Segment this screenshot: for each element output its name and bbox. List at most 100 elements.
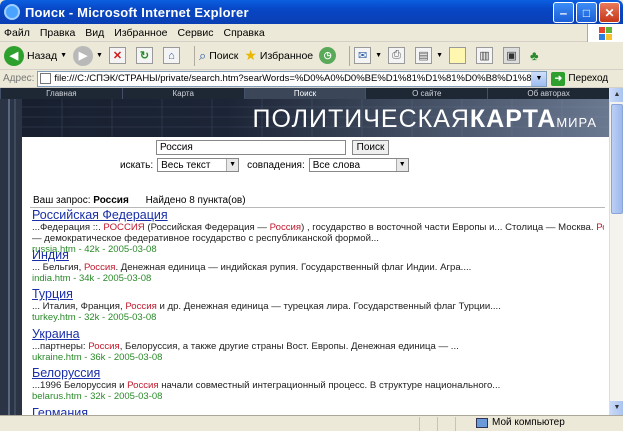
status-cell [420,416,438,431]
scroll-down-icon[interactable]: ▼ [610,401,623,415]
search-main: Поиск искать: Весь текст ▼ совпадения: В… [30,137,605,415]
favorites-button[interactable]: ★ Избранное [244,47,313,64]
chevron-down-icon: ▼ [395,159,408,171]
discuss-button[interactable] [449,47,470,64]
result-title-link[interactable]: Российская Федерация [32,209,604,222]
chevron-down-icon: ▼ [375,52,383,59]
logo-part-world: МИРА [556,115,597,130]
site-nav-about[interactable]: О сайте [365,88,487,99]
menu-file[interactable]: Файл [4,27,30,39]
address-bar: Адрес: file:///C:/СПЭК/СТРАНЫ/private/se… [0,70,623,88]
status-text-cell [0,416,420,431]
scroll-thumb[interactable] [611,104,623,214]
home-button[interactable]: ⌂ [162,47,184,64]
research-button[interactable]: ▥ [476,47,497,64]
logo-part-map: КАРТА [469,105,557,133]
address-input[interactable]: file:///C:/СПЭК/СТРАНЫ/private/search.ht… [37,70,548,87]
result-snippet: ...партнеры: Россия, Белоруссия, а также… [32,341,604,352]
result-meta: india.htm - 34k - 2005-03-08 [32,272,152,284]
result-title-link[interactable]: Украина [32,327,604,341]
snippet-text: начали совместный интеграционный процесс… [158,380,501,391]
results-list: Российская Федерация ...Федерация ::. РОС… [32,208,604,416]
match-value: Все слова [312,159,361,171]
edit-button[interactable]: ▤ ▼ [415,47,443,64]
go-button[interactable]: ➜ Переход [551,71,609,86]
query-label: Ваш запрос: [33,195,91,206]
chevron-down-icon[interactable]: ▼ [531,71,547,86]
toolbar: ◀ Назад ▼ ▶ ▼ ✕ ↻ ⌂ ⌕ Поиск ★ Избранное … [0,42,623,70]
address-url: file:///C:/СПЭК/СТРАНЫ/private/search.ht… [54,73,548,84]
snippet-text: ) , государство в восточной части Европы… [301,222,597,233]
folder-icon [449,47,467,64]
search-input[interactable] [156,140,346,155]
back-arrow-icon: ◀ [4,45,24,66]
search-options: искать: Весь текст ▼ совпадения: Все сло… [120,158,417,172]
result-snippet: — демократическое федеративное государст… [32,233,604,244]
home-icon: ⌂ [162,47,180,64]
menu-bar: Файл Правка Вид Избранное Сервис Справка [0,24,623,42]
book-icon: ▥ [476,47,494,64]
media-button[interactable]: ▣ [503,47,524,64]
maximize-button[interactable]: □ [576,2,597,23]
scroll-up-icon[interactable]: ▲ [610,88,623,102]
snippet-text: ...1996 Белоруссия и [32,380,128,391]
match-select[interactable]: Все слова ▼ [308,158,409,172]
close-button[interactable]: ✕ [599,2,620,23]
stop-button[interactable]: ✕ [108,47,130,64]
minimize-button[interactable]: ‒ [553,2,574,23]
highlighted-term: Россия [83,261,116,273]
search-label: Поиск [209,49,239,62]
result-meta: ukraine.htm - 36k - 2005-03-08 [32,351,163,363]
security-zone: Мой компьютер [476,417,565,428]
messenger-button[interactable]: ♣ [530,48,539,63]
result-snippet: ...Федерация ::. РОССИЯ (Российская Феде… [32,222,604,233]
site-nav-authors[interactable]: Об авторах [487,88,609,99]
print-button[interactable]: ⎙ [388,47,409,64]
result-snippet: ... Италия, Франция, Россия и др. Денежн… [32,301,604,312]
refresh-button[interactable]: ↻ [135,47,157,64]
vertical-scrollbar[interactable]: ▲ ▼ [609,88,623,415]
chevron-down-icon: ▼ [60,52,68,59]
page-icon [40,73,52,84]
forward-button[interactable]: ▶ ▼ [73,45,103,66]
site-nav-home[interactable]: Главная [0,88,122,99]
found-count: Найдено 8 пункта(ов) [145,195,246,206]
highlighted-term: Россия [88,340,120,352]
go-arrow-icon: ➜ [551,71,566,86]
history-button[interactable]: ◷ [319,47,339,64]
window-titlebar: Поиск - Microsoft Internet Explorer ‒ □ … [0,0,623,24]
site-nav-map[interactable]: Карта [121,88,244,99]
chevron-down-icon: ▼ [96,52,103,59]
search-button[interactable]: ⌕ Поиск [199,48,238,64]
menu-view[interactable]: Вид [85,27,104,39]
logo-part-political: ПОЛИТИЧЕСКАЯ [252,105,470,133]
result-title-link[interactable]: Германия [32,406,604,415]
result-title-link[interactable]: Турция [32,288,604,301]
back-button[interactable]: ◀ Назад ▼ [4,45,68,66]
search-in-select[interactable]: Весь текст ▼ [157,158,240,172]
search-in-label: искать: [120,159,154,171]
page-viewport: Главная Карта Поиск О сайте Об авторах П… [0,88,609,415]
highlighted-term: РОССИЯ [103,222,145,233]
window-title: Поиск - Microsoft Internet Explorer [25,4,249,20]
match-label: совпадения: [247,159,305,171]
site-nav-search[interactable]: Поиск [243,88,366,99]
left-decor-bar [0,99,22,415]
menu-favorites[interactable]: Избранное [114,27,167,39]
go-label: Переход [568,73,609,84]
result-title-link[interactable]: Белоруссия [32,367,604,380]
ie-logo-icon [4,4,20,20]
snippet-text: ...Федерация ::. [32,222,104,233]
media-icon: ▣ [503,47,521,64]
search-submit-button[interactable]: Поиск [352,140,389,155]
snippet-text: ...партнеры: [32,340,89,352]
star-icon: ★ [244,47,257,63]
menu-edit[interactable]: Правка [40,27,75,39]
query-summary: Ваш запрос: Россия Найдено 8 пункта(ов) [33,195,246,206]
menu-help[interactable]: Справка [223,27,264,39]
menu-tools[interactable]: Сервис [178,27,214,39]
highlighted-term: Россия [125,301,157,312]
stop-icon: ✕ [108,47,126,64]
zone-label: Мой компьютер [492,417,565,428]
mail-button[interactable]: ✉ ▼ [354,47,382,64]
